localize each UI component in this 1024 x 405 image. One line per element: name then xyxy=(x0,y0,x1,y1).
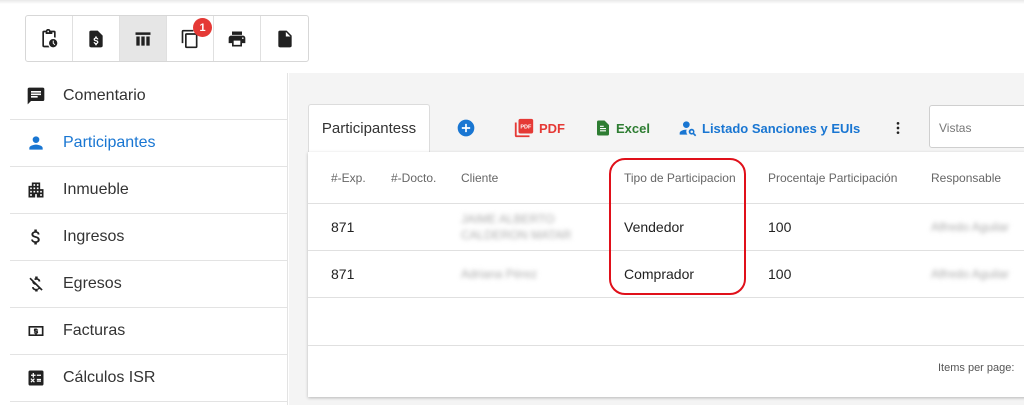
listado-sanciones-label: Listado Sanciones y EUIs xyxy=(702,120,861,136)
invoice-dollar-icon xyxy=(89,30,103,47)
more-options-button[interactable] xyxy=(890,116,910,140)
header-cliente[interactable]: Cliente xyxy=(461,152,498,203)
building-icon xyxy=(28,182,44,198)
header-docto[interactable]: #-Docto. xyxy=(391,152,436,203)
sidebar: Comentario Participantes Inmueble Ingres… xyxy=(10,73,288,405)
table-empty-row xyxy=(308,298,1024,346)
sidebar-item-participantes[interactable]: Participantes xyxy=(10,120,287,167)
sidebar-item-comentario[interactable]: Comentario xyxy=(10,73,287,120)
participants-table: #-Exp. #-Docto. Cliente Tipo de Particip… xyxy=(308,152,1024,397)
sidebar-item-inmueble[interactable]: Inmueble xyxy=(10,167,287,214)
toolbar: 1 xyxy=(25,15,309,62)
spreadsheet-icon xyxy=(597,120,609,136)
table-row[interactable]: 871 Adriana Pérez Comprador 100 Alfredo … xyxy=(308,251,1024,298)
table-row[interactable]: 871 JAIME ALBERTO CALDERON MATAR Vendedo… xyxy=(308,204,1024,251)
sidebar-item-label: Inmueble xyxy=(63,181,129,198)
more-vertical-icon xyxy=(896,122,900,134)
top-bar-shadow xyxy=(0,0,1024,4)
header-responsable[interactable]: Responsable xyxy=(931,152,1001,203)
calculator-icon xyxy=(28,370,44,386)
sidebar-item-label: Cálculos ISR xyxy=(63,369,156,386)
comment-icon xyxy=(27,87,45,105)
tab-participantess[interactable]: Participantess xyxy=(308,104,430,152)
copy-button[interactable]: 1 xyxy=(167,16,214,61)
excel-label: Excel xyxy=(616,120,650,136)
cell-porcentaje: 100 xyxy=(768,266,792,282)
svg-text:PDF: PDF xyxy=(520,124,532,130)
person-icon xyxy=(29,136,43,150)
sidebar-item-ingresos[interactable]: Ingresos xyxy=(10,214,287,261)
add-button[interactable] xyxy=(456,116,480,140)
sidebar-item-label: Participantes xyxy=(63,134,156,151)
dollar-icon xyxy=(31,229,40,245)
excel-button[interactable]: Excel xyxy=(594,116,650,140)
add-circle-icon xyxy=(457,119,475,137)
document-button[interactable] xyxy=(261,16,308,61)
table-columns-icon xyxy=(135,31,151,46)
sidebar-item-label: Ingresos xyxy=(63,228,125,245)
cliente-name: JAIME ALBERTO CALDERON MATAR xyxy=(461,212,572,242)
header-porcentaje[interactable]: Procentaje Participación xyxy=(768,152,897,203)
cell-responsable: Alfredo Aguilar xyxy=(931,267,1010,281)
cell-tipo: Comprador xyxy=(624,266,695,282)
clipboard-clock-button[interactable] xyxy=(26,16,73,61)
sidebar-item-calculos-isr[interactable]: Cálculos ISR xyxy=(10,355,287,402)
print-button[interactable] xyxy=(214,16,261,61)
invoice-dollar-button[interactable] xyxy=(73,16,120,61)
pdf-icon: PDF xyxy=(514,118,534,138)
header-tipo-participacion[interactable]: Tipo de Participacion xyxy=(624,152,736,203)
table-header-row: #-Exp. #-Docto. Cliente Tipo de Particip… xyxy=(308,152,1024,204)
cell-exp: 871 xyxy=(331,219,355,235)
header-exp[interactable]: #-Exp. xyxy=(331,152,366,203)
vistas-select[interactable]: Vistas xyxy=(929,105,1024,148)
sidebar-item-label: Comentario xyxy=(63,87,146,104)
pdf-label: PDF xyxy=(539,120,565,136)
sidebar-item-label: Egresos xyxy=(63,275,122,292)
clipboard-clock-icon xyxy=(42,28,58,47)
pdf-button[interactable]: PDF PDF xyxy=(513,116,565,140)
sidebar-item-egresos[interactable]: Egresos xyxy=(10,261,287,308)
cell-tipo: Vendedor xyxy=(624,219,684,235)
cell-cliente: Adriana Pérez xyxy=(461,267,538,281)
print-icon xyxy=(228,31,246,46)
dollar-off-icon xyxy=(29,276,43,292)
person-search-icon xyxy=(679,121,697,137)
cell-cliente: JAIME ALBERTO CALDERON MATAR xyxy=(461,204,581,250)
notification-badge: 1 xyxy=(193,18,212,37)
items-per-page-label: Items per page: xyxy=(938,362,1015,374)
listado-sanciones-button[interactable]: Listado Sanciones y EUIs xyxy=(678,116,860,140)
cell-exp: 871 xyxy=(331,266,355,282)
table-columns-button[interactable] xyxy=(120,16,167,61)
sidebar-item-label: Facturas xyxy=(63,322,126,339)
bill-icon xyxy=(28,326,44,336)
cell-responsable: Alfredo Aguilar xyxy=(931,220,1010,234)
sidebar-item-facturas[interactable]: Facturas xyxy=(10,308,287,355)
document-icon xyxy=(277,30,292,47)
cell-porcentaje: 100 xyxy=(768,219,792,235)
